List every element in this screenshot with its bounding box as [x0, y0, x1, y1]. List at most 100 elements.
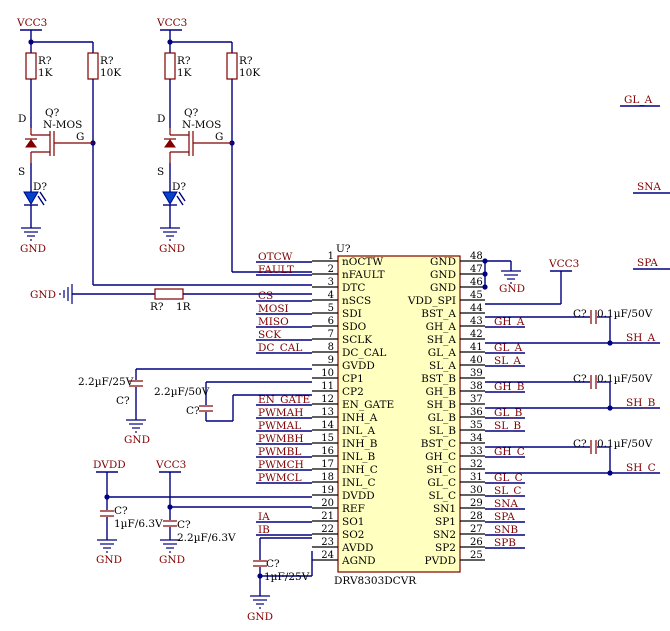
chip-ground: GND — [482, 258, 525, 295]
pin-number: 21 — [321, 511, 334, 522]
pin-number: 18 — [321, 472, 334, 483]
pin-name: DC_CAL — [342, 347, 386, 359]
pin-name: INL_C — [342, 477, 376, 489]
pin-name: GND — [430, 282, 456, 294]
source-label: S — [18, 166, 25, 178]
pin-name: SP2 — [435, 542, 456, 554]
r2-value: 10K — [239, 67, 260, 79]
pin-name: GL_C — [427, 477, 456, 489]
d-designator: D? — [33, 181, 47, 193]
pin-name: REF — [342, 503, 365, 515]
pin-number: 43 — [470, 316, 483, 327]
net-label: GH_B — [494, 381, 525, 393]
pin-number: 15 — [321, 433, 334, 444]
r1-designator: R? — [38, 55, 52, 67]
gnd-label: GND — [159, 554, 185, 566]
pin-number: 31 — [470, 472, 483, 483]
pin-number: 41 — [470, 342, 483, 353]
pin-name: SN2 — [433, 529, 456, 541]
gvdd-cap-value: 2.2µF/25V — [78, 376, 134, 388]
gnd-label: GND — [159, 243, 185, 255]
net-label: OTCW — [258, 251, 293, 263]
r1-designator: R? — [177, 55, 191, 67]
pin-number: 36 — [470, 407, 483, 418]
pin-number: 19 — [321, 485, 334, 496]
gate-label: G — [76, 131, 84, 143]
pin-name: CP1 — [342, 373, 364, 385]
resistor-1k — [164, 52, 176, 80]
pin-number: 39 — [470, 368, 483, 379]
pin-name: SP1 — [435, 516, 456, 528]
ref-cap-designator: C? — [177, 519, 191, 531]
pin-name: GND — [430, 269, 456, 281]
ground-symbol — [21, 227, 41, 241]
pin-name: SCLK — [342, 334, 372, 346]
pin-name: DVDD — [342, 490, 375, 502]
net-label: DC_CAL — [258, 342, 302, 354]
pin-name: GL_A — [428, 347, 457, 359]
avdd-cap: GND C? 1µF/25V — [247, 537, 313, 623]
pin-number: 3 — [328, 277, 334, 288]
pin-number: 23 — [321, 537, 334, 548]
pin-number: 48 — [470, 251, 483, 262]
pin-name: SH_A — [427, 334, 457, 346]
vdd-spi-supply: VCC3 — [485, 258, 579, 305]
pin-number: 26 — [470, 537, 483, 548]
pin-number: 1 — [328, 251, 334, 262]
ground-symbol — [160, 227, 180, 241]
pin-number: 45 — [470, 290, 483, 301]
pin-number: 37 — [470, 394, 483, 405]
pin-name: INL_B — [342, 451, 376, 463]
r1-value: 1K — [38, 67, 53, 79]
pin-number: 40 — [470, 355, 483, 366]
pin-number: 6 — [328, 316, 334, 327]
pin-name: AGND — [341, 555, 376, 567]
bst-c-cap-designator: C? — [573, 438, 587, 450]
pin-number: 11 — [321, 381, 334, 392]
pin-number: 22 — [321, 524, 334, 535]
pin-number: 12 — [321, 394, 334, 405]
q-value: N-MOS — [43, 119, 82, 131]
net-label: MOSI — [258, 303, 289, 315]
gnd-label: GND — [499, 283, 525, 295]
resistor-10k — [87, 52, 99, 80]
schematic-canvas: VCC3 R? 1K R? 10K D S G Q? N-MOS D? GND … — [16, 17, 670, 623]
net-label: IB — [258, 524, 270, 536]
net-label: MISO — [258, 316, 289, 328]
avdd-cap-value: 1µF/25V — [264, 571, 310, 583]
pin-number: 28 — [470, 511, 483, 522]
net-label: GL_B — [494, 407, 523, 419]
net-label: PWMAL — [258, 420, 301, 432]
vcc-label: VCC3 — [156, 17, 187, 29]
bst-a-cap-designator: C? — [573, 308, 587, 320]
r1-value: 1K — [177, 67, 192, 79]
gnd-label: GND — [20, 243, 46, 255]
pin-number: 2 — [328, 264, 334, 275]
pin-name: SDI — [342, 308, 362, 320]
pin-number: 14 — [321, 420, 334, 431]
net-label: FAULT — [258, 264, 294, 276]
cp-cap-value: 2.2µF/50V — [154, 386, 210, 398]
dtc-resistor-value: 1R — [176, 301, 192, 313]
drain-label: D — [157, 113, 165, 125]
pin-name: SO2 — [342, 529, 364, 541]
pin-name: nSCS — [342, 295, 371, 307]
pin-number: 5 — [328, 303, 334, 314]
pin-number: 44 — [470, 303, 483, 314]
chip-designator: U? — [336, 243, 351, 255]
pin-number: 4 — [328, 290, 334, 301]
net-label: SL_C — [494, 485, 521, 497]
r2-designator: R? — [239, 55, 253, 67]
pin-name: GL_B — [428, 412, 457, 424]
pin-number: 30 — [470, 485, 483, 496]
pin-name: GVDD — [342, 360, 375, 372]
pin-name: nFAULT — [342, 269, 385, 281]
pin-name: SL_A — [429, 360, 456, 372]
dvdd-cap-value: 1µF/6.3V — [114, 518, 163, 530]
gvdd-cap-designator: C? — [116, 395, 130, 407]
q-value: N-MOS — [182, 119, 221, 131]
net-label: SNA — [494, 498, 518, 510]
pin-name: DTC — [342, 282, 365, 294]
pin-name: CP2 — [342, 386, 364, 398]
pin-number: 27 — [470, 524, 483, 535]
